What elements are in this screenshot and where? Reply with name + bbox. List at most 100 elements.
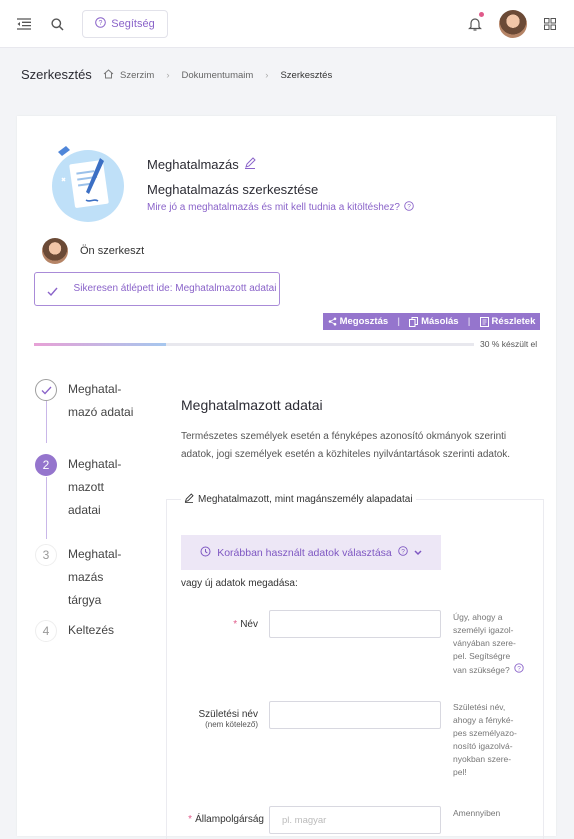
step-connector [46, 400, 47, 443]
document-illustration [52, 146, 124, 222]
optional-note: (nem kötelező) [205, 720, 258, 729]
step-2-number: 2 [42, 458, 50, 472]
hint-line: pel. Segítségre [453, 651, 511, 661]
step-2-label-line: Meghatal- [68, 457, 122, 471]
step-3-number: 3 [42, 548, 50, 562]
step-2-label-line: adatai [68, 503, 101, 517]
birth-name-input[interactable] [269, 701, 441, 729]
breadcrumb-item-current: Szerkesztés [280, 70, 333, 81]
help-icon[interactable]: ? [514, 663, 524, 677]
notice-text: Sikeresen átlépett ide: Meghatalmazott a… [73, 283, 277, 294]
step-1-indicator[interactable] [35, 379, 57, 401]
document-help-link-label: Mire jó a meghatalmazás és mit kell tudn… [147, 202, 400, 213]
required-marker: * [188, 814, 193, 825]
hint-line: nosító igazolvá- [453, 741, 513, 751]
search-icon[interactable] [49, 16, 65, 32]
copy-button[interactable]: Másolás [409, 316, 459, 327]
document-help-link[interactable]: Mire jó a meghatalmazás és mit kell tudn… [147, 201, 414, 214]
breadcrumb-separator-icon: › [265, 70, 269, 81]
hint-line: pes személyazo- [453, 728, 517, 738]
new-data-label: vagy új adatok megadása: [181, 578, 298, 589]
editor-avatar [42, 238, 68, 264]
details-button[interactable]: Részletek [479, 316, 536, 327]
step-done-check-icon [41, 386, 51, 394]
hint-line: Amennyiben [453, 808, 501, 818]
step-2-indicator[interactable]: 2 [35, 454, 57, 476]
breadcrumb-item-home[interactable]: Szerzim [120, 70, 154, 81]
details-icon [479, 316, 489, 327]
edit-pencil-icon[interactable] [244, 157, 256, 172]
citizenship-input[interactable]: pl. magyar [269, 806, 441, 834]
svg-text:?: ? [401, 548, 405, 555]
hint-help-link[interactable]: van szüksége? [453, 664, 510, 677]
svg-text:?: ? [99, 20, 103, 27]
citizenship-field-label: * Állampolgárság [172, 814, 264, 825]
share-button-label: Megosztás [339, 316, 389, 327]
step-3-label-line: mazás [68, 570, 104, 584]
menu-collapse-icon[interactable] [16, 16, 32, 32]
birth-name-field-hint: Születési név, ahogy a fényké- pes szemé… [453, 701, 543, 779]
document-subtitle: Meghatalmazás szerkesztése [147, 182, 319, 197]
step-1-label[interactable]: Meghatal- mazó adatai [68, 378, 133, 424]
name-input[interactable] [269, 610, 441, 638]
document-actions-bar: Megosztás | Másolás | Részletek [323, 313, 540, 330]
birth-name-field-label-text: Születési név [198, 709, 258, 720]
progress-label: 30 % készült el [480, 339, 538, 349]
previous-data-dropdown[interactable]: Korábban használt adatok választása ? [181, 535, 441, 570]
help-icon: ? [95, 17, 107, 31]
required-marker: * [233, 619, 238, 630]
step-1-label-line: mazó adatai [68, 405, 134, 419]
help-button-label: Segítség [111, 18, 155, 30]
document-title-row: Meghatalmazás [147, 157, 256, 172]
home-icon [103, 69, 114, 82]
step-1-label-line: Meghatal- [68, 382, 122, 396]
step-change-notice: Sikeresen átlépett ide: Meghatalmazott a… [34, 272, 280, 306]
top-bar: ? Segítség [0, 0, 574, 48]
check-icon [47, 284, 58, 302]
share-icon [328, 317, 336, 326]
hint-line: Születési név, [453, 702, 506, 712]
birth-name-field-label: Születési név (nem kötelező) [180, 709, 258, 729]
citizenship-field-hint: Amennyiben [453, 807, 543, 820]
notification-dot [479, 12, 484, 17]
step-2-label[interactable]: Meghatal- mazott adatai [68, 453, 121, 522]
breadcrumb-item-documents[interactable]: Dokumentumaim [181, 70, 253, 81]
citizenship-field-label-text: Állampolgárság [195, 814, 264, 825]
share-button[interactable]: Megosztás [328, 316, 389, 327]
history-icon [200, 546, 211, 560]
svg-text:?: ? [517, 665, 521, 672]
step-4-label[interactable]: Keltezés [68, 619, 114, 642]
help-icon: ? [398, 546, 408, 559]
pencil-icon [184, 493, 194, 506]
copy-icon [409, 316, 419, 327]
hint-line: nyokban szere- [453, 754, 512, 764]
step-4-indicator[interactable]: 4 [35, 620, 57, 642]
step-connector [46, 477, 47, 539]
progress-bar [34, 343, 474, 346]
user-avatar[interactable] [499, 10, 527, 38]
previous-data-label: Korábban használt adatok választása [217, 546, 392, 559]
breadcrumb-separator-icon: › [166, 70, 170, 81]
fieldset-legend: Meghatalmazott, mint magánszemély alapad… [181, 493, 416, 506]
hint-line: ahogy a fényké- [453, 715, 514, 725]
help-button[interactable]: ? Segítség [82, 10, 168, 38]
svg-text:?: ? [407, 203, 411, 210]
document-title: Meghatalmazás [147, 157, 239, 172]
copy-button-label: Másolás [421, 316, 459, 327]
progress-fill [34, 343, 166, 346]
hint-line: ványában szere- [453, 638, 516, 648]
step-3-label[interactable]: Meghatal- mazás tárgya [68, 543, 121, 612]
action-divider: | [397, 316, 400, 327]
step-3-indicator[interactable]: 3 [35, 544, 57, 566]
bell-icon[interactable] [466, 12, 484, 34]
name-field-hint: Úgy, ahogy a személyi igazol- ványában s… [453, 611, 543, 677]
details-button-label: Részletek [491, 316, 536, 327]
hint-line: Úgy, ahogy a [453, 612, 503, 622]
apps-grid-icon[interactable] [542, 16, 558, 32]
section-description: Természetes személyek esetén a fényképes… [181, 431, 511, 460]
fieldset-legend-label: Meghatalmazott, mint magánszemély alapad… [198, 494, 413, 505]
hint-line: személyi igazol- [453, 625, 514, 635]
action-divider: | [467, 316, 471, 327]
current-editor: Ön szerkeszt [42, 238, 144, 264]
name-field-label-text: Név [240, 619, 258, 630]
